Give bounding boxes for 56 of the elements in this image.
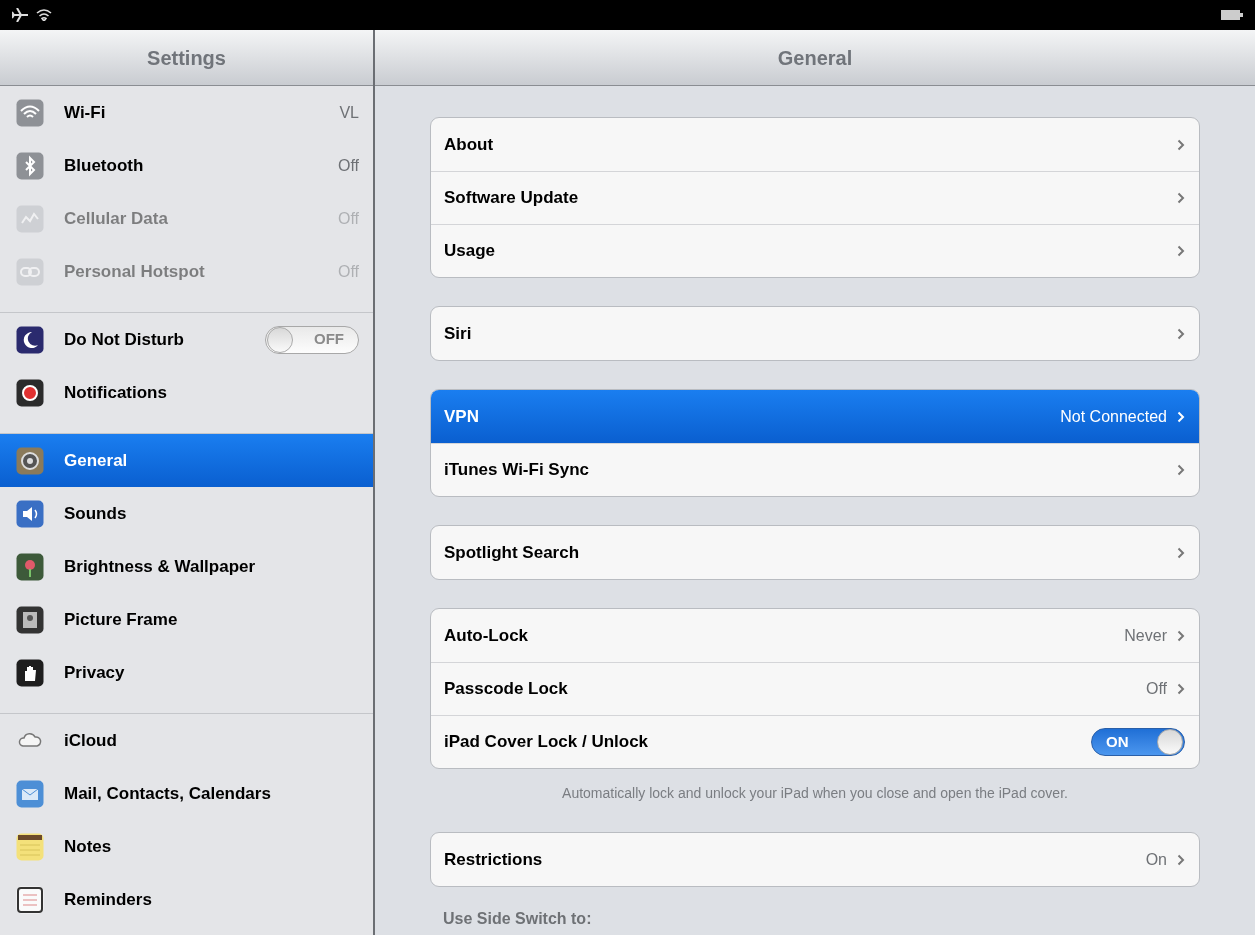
sidebar-item[interactable]: Sounds: [0, 487, 373, 540]
notification-icon: [16, 378, 44, 407]
picture-frame-icon: [16, 605, 44, 634]
moon-icon: [16, 325, 44, 354]
gear-icon: [16, 446, 44, 475]
sidebar-item[interactable]: Notes: [0, 820, 373, 873]
sidebar-item[interactable]: iCloud: [0, 714, 373, 767]
chevron-icon: [1177, 192, 1185, 204]
envelope-icon: [16, 779, 44, 808]
sidebar-item[interactable]: Do Not Disturb OFF: [0, 313, 373, 366]
settings-row[interactable]: Spotlight Search: [431, 526, 1199, 579]
chevron-icon: [1177, 683, 1185, 695]
hand-icon: [16, 658, 44, 687]
settings-row[interactable]: Siri: [431, 307, 1199, 360]
sidebar-item[interactable]: Reminders: [0, 873, 373, 926]
chain-link-icon: [16, 257, 44, 286]
footer-note: Automatically lock and unlock your iPad when you close and open the iPad cover.: [561, 784, 1069, 803]
settings-row[interactable]: iTunes Wi-Fi Sync: [431, 443, 1199, 496]
settings-row[interactable]: VPN Not Connected: [431, 390, 1199, 443]
bluetooth-icon: [16, 151, 44, 180]
settings-row[interactable]: Auto-Lock Never: [431, 609, 1199, 662]
chevron-icon: [1177, 546, 1185, 559]
sidebar-item[interactable]: General: [0, 434, 373, 487]
settings-row[interactable]: Usage: [431, 224, 1199, 277]
sidebar-item[interactable]: Notifications: [0, 366, 373, 419]
chevron-icon: [1177, 327, 1185, 340]
settings-row[interactable]: Passcode Lock Off: [431, 662, 1199, 715]
sidebar-item[interactable]: Picture Frame: [0, 593, 373, 646]
battery-icon: [1221, 10, 1243, 20]
chevron-icon: [1177, 410, 1185, 423]
chevron-icon: [1177, 245, 1185, 257]
settings-row[interactable]: iPad Cover Lock / Unlock ON: [431, 715, 1199, 768]
wifi-icon: [16, 98, 44, 127]
settings-row[interactable]: Software Update: [431, 171, 1199, 224]
sidebar-item[interactable]: Bluetooth Off: [0, 139, 373, 192]
sidebar-item[interactable]: Mail, Contacts, Calendars: [0, 767, 373, 820]
chevron-icon: [1177, 629, 1185, 642]
settings-row[interactable]: Restrictions On: [431, 833, 1199, 886]
wifi-icon: [36, 9, 52, 21]
detail-title: General: [777, 45, 853, 71]
toggle-switch[interactable]: ON: [1091, 728, 1185, 756]
chevron-icon: [1177, 464, 1185, 476]
notepad-icon: [16, 832, 44, 861]
flower-icon: [16, 552, 44, 581]
chevron-icon: [1177, 138, 1185, 151]
sidebar-item[interactable]: Wi-Fi VL: [0, 86, 373, 139]
chevron-icon: [1177, 853, 1185, 866]
section-header: Use Side Switch to:: [442, 909, 592, 929]
speaker-icon: [16, 499, 44, 528]
checklist-icon: [16, 885, 44, 914]
settings-row[interactable]: About: [431, 118, 1199, 171]
sidebar-item[interactable]: Privacy: [0, 646, 373, 699]
cellular-icon: [16, 204, 44, 233]
sidebar-item[interactable]: Brightness & Wallpaper: [0, 540, 373, 593]
airplane-icon: [12, 8, 28, 22]
sidebar-title: Settings: [147, 45, 226, 71]
